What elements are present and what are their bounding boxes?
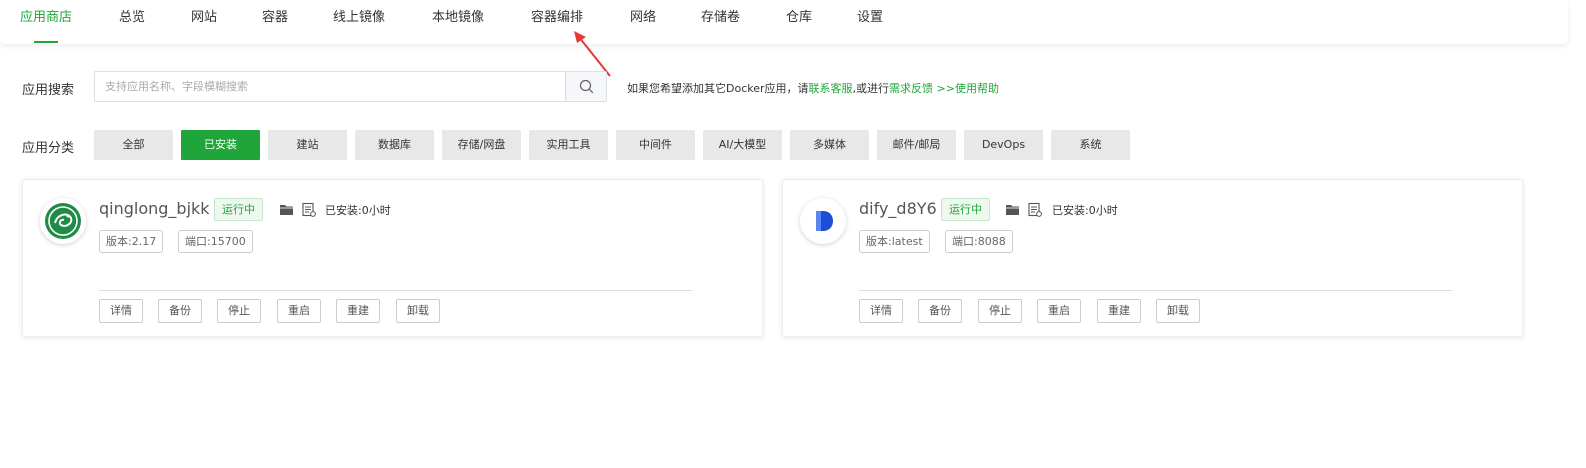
restart-button[interactable]: 重启 — [1037, 299, 1081, 323]
tab-containers[interactable]: 容器 — [262, 0, 288, 44]
app-card: qinglong_bjkk 运行中 已安装:0小时 版本:2.17 端口:157… — [22, 179, 763, 337]
app-card: dify_d8Y6 运行中 已安装:0小时 版本:latest 端口:8088 … — [782, 179, 1523, 337]
category-ai[interactable]: AI/大模型 — [703, 130, 782, 160]
category-database[interactable]: 数据库 — [355, 130, 434, 160]
category-label: 应用分类 — [22, 141, 75, 156]
search-hint: 如果您希望添加其它Docker应用，请联系客服,或进行需求反馈 >>使用帮助 — [627, 80, 999, 96]
status-badge: 运行中 — [941, 198, 990, 221]
installed-time: 已安装:0小时 — [1052, 204, 1118, 217]
search-label: 应用搜索 — [22, 83, 75, 98]
tab-local-images[interactable]: 本地镜像 — [432, 0, 484, 44]
category-devops[interactable]: DevOps — [964, 130, 1043, 160]
card-divider — [859, 290, 1452, 291]
backup-button[interactable]: 备份 — [918, 299, 962, 323]
rebuild-button[interactable]: 重建 — [336, 299, 380, 323]
search-input[interactable] — [95, 72, 565, 101]
category-all[interactable]: 全部 — [94, 130, 173, 160]
tab-overview[interactable]: 总览 — [119, 0, 145, 44]
tab-registry[interactable]: 仓库 — [786, 0, 812, 44]
uninstall-button[interactable]: 卸载 — [1156, 299, 1200, 323]
version-tag: 版本:latest — [859, 230, 930, 253]
tab-app-store[interactable]: 应用商店 — [20, 0, 72, 44]
tab-compose[interactable]: 容器编排 — [531, 0, 583, 44]
category-media[interactable]: 多媒体 — [790, 130, 869, 160]
tab-online-images[interactable]: 线上镜像 — [333, 0, 385, 44]
backup-button[interactable]: 备份 — [158, 299, 202, 323]
log-file-icon[interactable] — [1027, 202, 1042, 217]
search-icon — [579, 79, 593, 94]
stop-button[interactable]: 停止 — [217, 299, 261, 323]
app-name: dify_d8Y6 — [859, 199, 937, 218]
version-tag: 版本:2.17 — [99, 230, 164, 253]
port-tag: 端口:8088 — [945, 230, 1013, 253]
port-tag: 端口:15700 — [178, 230, 253, 253]
category-tools[interactable]: 实用工具 — [529, 130, 608, 160]
installed-time: 已安装:0小时 — [325, 204, 391, 217]
uninstall-button[interactable]: 卸载 — [396, 299, 440, 323]
restart-button[interactable]: 重启 — [277, 299, 321, 323]
search-button[interactable] — [565, 72, 606, 101]
hint-text-middle: ,或进行 — [852, 82, 890, 95]
details-button[interactable]: 详情 — [859, 299, 903, 323]
feedback-link[interactable]: 需求反馈 — [889, 82, 933, 95]
tab-settings[interactable]: 设置 — [857, 0, 883, 44]
status-badge: 运行中 — [214, 198, 263, 221]
app-name: qinglong_bjkk — [99, 199, 210, 218]
qinglong-logo-icon — [40, 198, 86, 244]
contact-support-link[interactable]: 联系客服 — [809, 82, 853, 95]
details-button[interactable]: 详情 — [99, 299, 143, 323]
help-link[interactable]: >>使用帮助 — [937, 82, 999, 95]
search-box — [94, 71, 607, 102]
card-divider — [99, 290, 692, 291]
category-installed[interactable]: 已安装 — [181, 130, 260, 160]
hint-text: 如果您希望添加其它Docker应用，请 — [627, 82, 809, 95]
folder-icon[interactable] — [1005, 202, 1020, 217]
category-storage[interactable]: 存储/网盘 — [442, 130, 521, 160]
dify-logo-icon — [800, 198, 846, 244]
category-website[interactable]: 建站 — [268, 130, 347, 160]
category-middleware[interactable]: 中间件 — [616, 130, 695, 160]
category-system[interactable]: 系统 — [1051, 130, 1130, 160]
folder-icon[interactable] — [279, 202, 294, 217]
tab-network[interactable]: 网络 — [630, 0, 656, 44]
category-mail[interactable]: 邮件/邮局 — [877, 130, 956, 160]
top-nav: 应用商店 总览 网站 容器 线上镜像 本地镜像 容器编排 网络 存储卷 仓库 设… — [0, 0, 1568, 44]
log-file-icon[interactable] — [301, 202, 316, 217]
tab-volumes[interactable]: 存储卷 — [701, 0, 740, 44]
stop-button[interactable]: 停止 — [978, 299, 1022, 323]
tab-websites[interactable]: 网站 — [191, 0, 217, 44]
rebuild-button[interactable]: 重建 — [1097, 299, 1141, 323]
